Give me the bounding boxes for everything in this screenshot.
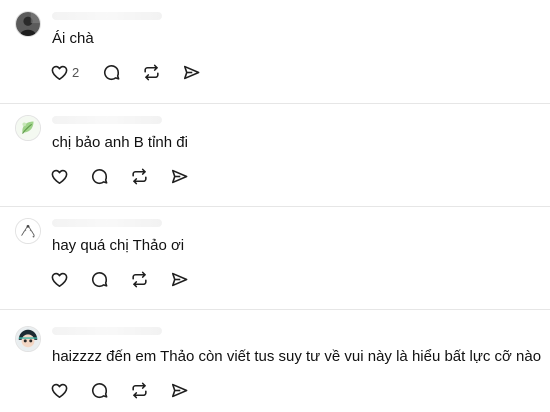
user-avatar[interactable] [15,218,41,244]
share-button[interactable] [182,61,222,83]
comment-button[interactable] [90,268,130,290]
comment-button[interactable] [102,61,142,83]
reply-feed: Ái chà 2 chị bảo anh B tỉnh đi hay quá c… [0,0,550,412]
share-icon [171,272,188,286]
user-avatar[interactable] [15,326,41,352]
repost-icon [144,64,159,80]
post-text: chị bảo anh B tỉnh đi [52,134,188,151]
share-button[interactable] [170,379,210,401]
post-actions [50,268,210,290]
user-avatar[interactable] [15,115,41,141]
repost-button[interactable] [130,268,170,290]
share-icon [183,65,200,79]
user-avatar-sketch-icon [16,219,40,243]
comment-button[interactable] [90,165,130,187]
comment-button[interactable] [90,379,130,401]
reply-post: hay quá chị Thảo ơi [0,206,550,309]
user-avatar[interactable] [15,11,41,37]
user-avatar-dark-icon [16,12,40,36]
user-avatar-green-leaf-icon [16,116,40,140]
username-redacted[interactable] [52,12,162,20]
repost-icon [132,271,147,287]
reply-post: haizzzz đến em Thảo còn viết tus suy tư … [0,309,550,412]
repost-button[interactable] [130,379,170,401]
heart-icon [51,169,68,184]
share-icon [171,169,188,183]
post-text: Ái chà [52,30,94,47]
heart-icon [51,383,68,398]
heart-icon [51,65,68,80]
comment-icon [91,271,108,287]
reply-post: Ái chà 2 [0,0,550,103]
user-avatar-character-icon [16,327,40,351]
share-button[interactable] [170,268,210,290]
repost-button[interactable] [130,165,170,187]
repost-icon [132,168,147,184]
comment-icon [91,382,108,398]
comment-icon [91,168,108,184]
heart-icon [51,272,68,287]
like-button[interactable] [50,379,90,401]
username-redacted[interactable] [52,327,162,335]
like-button[interactable] [50,268,90,290]
share-icon [171,383,188,397]
post-actions: 2 [50,61,222,83]
post-actions [50,379,210,401]
comment-icon [103,64,120,80]
reply-post: chị bảo anh B tỉnh đi [0,103,550,206]
repost-icon [132,382,147,398]
like-button[interactable]: 2 [50,61,102,83]
post-text: hay quá chị Thảo ơi [52,237,185,254]
post-text: haizzzz đến em Thảo còn viết tus suy tư … [52,348,542,365]
like-count: 2 [72,64,80,80]
repost-button[interactable] [142,61,182,83]
like-button[interactable] [50,165,90,187]
share-button[interactable] [170,165,210,187]
post-actions [50,165,210,187]
username-redacted[interactable] [52,219,162,227]
username-redacted[interactable] [52,116,162,124]
